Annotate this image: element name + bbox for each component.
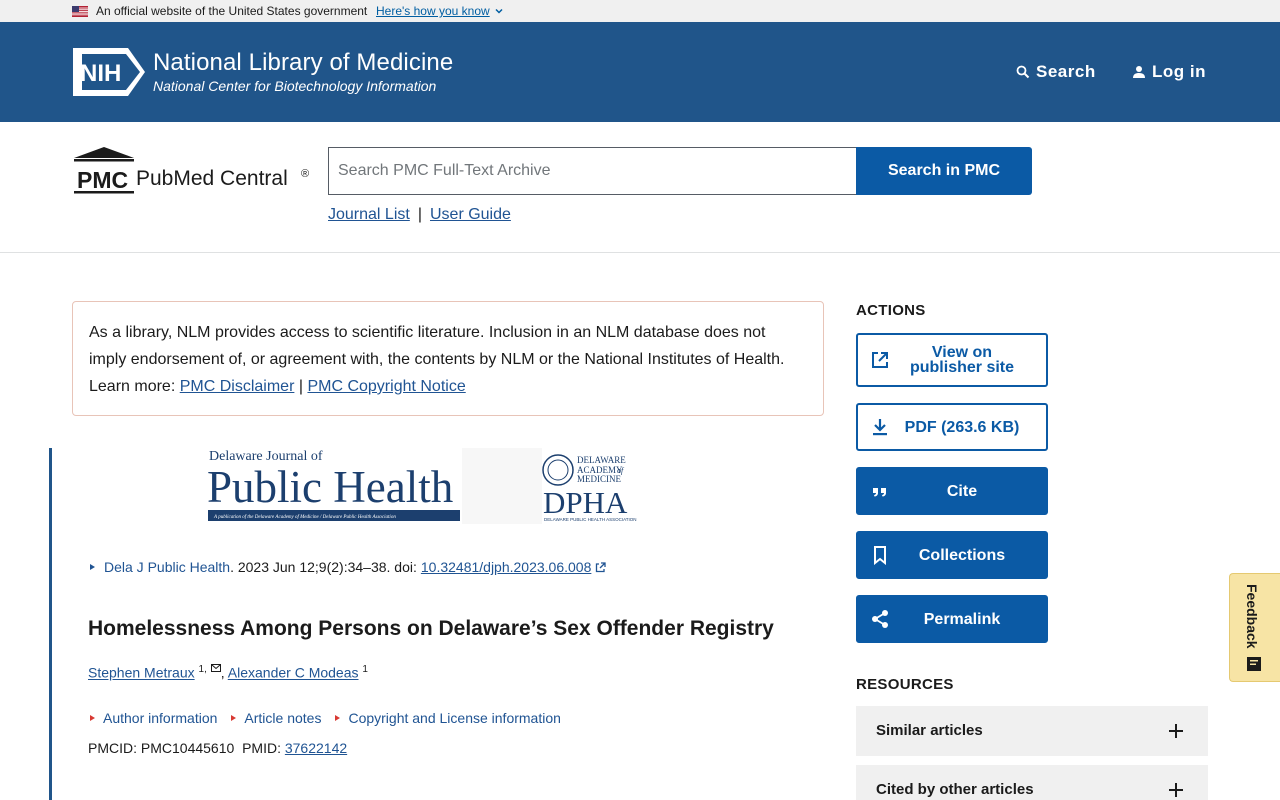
pmc-search-bar: PMC PubMed Central ® Search in PMC Journ…: [0, 122, 1280, 253]
similar-articles-label: Similar articles: [876, 722, 983, 739]
svg-text:®: ®: [301, 168, 309, 180]
resources-heading: RESOURCES: [856, 676, 954, 693]
author-affiliation-sup[interactable]: 1,: [199, 664, 207, 675]
citation-details: . 2023 Jun 12;9(2):34–38. doi:: [230, 559, 417, 575]
journal-name-link[interactable]: Dela J Public Health: [104, 559, 230, 575]
pmcid-label: PMCID:: [88, 740, 137, 756]
header-search-button[interactable]: Search: [1016, 62, 1096, 82]
svg-text:MEDICINE: MEDICINE: [577, 474, 621, 484]
triangle-right-icon: [90, 564, 95, 570]
search-icon: [1016, 65, 1030, 79]
author-information-label: Author information: [103, 710, 218, 726]
view-on-publisher-button[interactable]: View on publisher site: [856, 333, 1048, 387]
triangle-right-icon: [335, 715, 341, 721]
link-separator: |: [417, 206, 422, 223]
disclaimer-separator: |: [298, 378, 303, 395]
chevron-down-icon[interactable]: [494, 6, 504, 16]
pdf-download-button[interactable]: PDF (263.6 KB): [856, 403, 1048, 451]
search-in-pmc-button[interactable]: Search in PMC: [856, 147, 1032, 195]
svg-text:Public Health: Public Health: [207, 462, 453, 512]
article-title: Homelessness Among Persons on Delaware’s…: [88, 617, 774, 640]
svg-text:A publication of the Delaware: A publication of the Delaware Academy of…: [213, 515, 396, 520]
svg-text:PubMed Central: PubMed Central: [136, 167, 288, 190]
user-icon: [1133, 66, 1145, 78]
feedback-form-icon: [1247, 657, 1261, 671]
journal-list-link[interactable]: Journal List: [328, 206, 410, 223]
nih-logo[interactable]: NIH: [72, 48, 146, 96]
external-link-icon: [596, 561, 607, 572]
actions-heading: ACTIONS: [856, 302, 926, 319]
mail-icon[interactable]: [210, 664, 221, 672]
svg-text:DPHA: DPHA: [543, 485, 628, 520]
copyright-license-label: Copyright and License information: [348, 710, 561, 726]
pmc-search-input[interactable]: [328, 147, 857, 195]
header-login-button[interactable]: Log in: [1132, 62, 1206, 82]
citation-line: Dela J Public Health . 2023 Jun 12;9(2):…: [90, 559, 607, 575]
journal-banner-image: Delaware Journal of Public Health A publ…: [207, 448, 637, 524]
nlm-title[interactable]: National Library of Medicine: [153, 49, 453, 77]
permalink-button[interactable]: Permalink: [856, 595, 1048, 643]
learn-more-label: Learn more:: [89, 378, 176, 395]
article-notes-label: Article notes: [244, 710, 322, 726]
user-guide-link[interactable]: User Guide: [430, 206, 511, 223]
plus-icon: [1169, 783, 1183, 797]
us-flag-icon: [72, 6, 88, 17]
view-on-label: View on: [931, 344, 993, 361]
feedback-tab[interactable]: Feedback: [1229, 573, 1280, 682]
ncbi-subtitle: National Center for Biotechnology Inform…: [153, 78, 437, 94]
pmc-nav-links: Journal List | User Guide: [328, 206, 511, 224]
feedback-label: Feedback: [1244, 584, 1260, 649]
article-info-links: Author information Article notes Copyrig…: [90, 710, 561, 726]
download-icon: [873, 419, 887, 436]
collections-button[interactable]: Collections: [856, 531, 1048, 579]
triangle-right-icon: [231, 715, 237, 721]
nih-header: NIH National Library of Medicine Nationa…: [0, 22, 1280, 122]
cite-button[interactable]: Cite: [856, 467, 1048, 515]
author-information-toggle[interactable]: Author information: [90, 710, 217, 726]
header-login-label: Log in: [1152, 62, 1206, 81]
article-notes-toggle[interactable]: Article notes: [231, 710, 321, 726]
pmc-copyright-notice-link[interactable]: PMC Copyright Notice: [307, 378, 465, 395]
bookmark-icon: [874, 546, 886, 565]
similar-articles-accordion[interactable]: Similar articles: [856, 706, 1208, 756]
article-identifiers: PMCID: PMC10445610 PMID: 37622142: [88, 740, 347, 756]
plus-icon: [1169, 724, 1183, 738]
nlm-disclaimer-box: As a library, NLM provides access to sci…: [72, 301, 824, 416]
author-separator: ,: [220, 664, 228, 681]
svg-text:NIH: NIH: [80, 60, 121, 87]
pmid-label: PMID:: [242, 740, 281, 756]
author-link[interactable]: Stephen Metraux: [88, 665, 195, 681]
share-icon: [872, 610, 888, 628]
copyright-license-toggle[interactable]: Copyright and License information: [335, 710, 561, 726]
header-search-label: Search: [1036, 62, 1096, 81]
cited-by-accordion[interactable]: Cited by other articles: [856, 765, 1208, 800]
pmc-logo[interactable]: PMC PubMed Central ®: [72, 146, 312, 196]
cited-by-label: Cited by other articles: [876, 781, 1034, 798]
author-affiliation-sup[interactable]: 1: [362, 664, 368, 675]
quote-icon: [873, 488, 886, 497]
svg-text:DELAWARE PUBLIC HEALTH ASSOCIA: DELAWARE PUBLIC HEALTH ASSOCIATION: [544, 517, 637, 522]
publisher-site-label: publisher site: [909, 359, 1015, 376]
external-link-icon: [872, 352, 888, 368]
usa-banner: An official website of the United States…: [0, 0, 1280, 22]
official-website-text: An official website of the United States…: [96, 4, 368, 18]
triangle-right-icon: [90, 715, 95, 721]
pmcid-value: PMC10445610: [140, 740, 235, 756]
pmc-disclaimer-link[interactable]: PMC Disclaimer: [180, 378, 295, 395]
article-left-rule: [49, 448, 52, 800]
heres-how-you-know-link[interactable]: Here's how you know: [376, 4, 490, 18]
author-list: Stephen Metraux 1, , Alexander C Modeas …: [88, 664, 368, 681]
doi-link[interactable]: 10.32481/djph.2023.06.008: [421, 559, 592, 575]
author-link[interactable]: Alexander C Modeas: [228, 665, 359, 681]
disclaimer-text: As a library, NLM provides access to sci…: [89, 324, 785, 368]
pmid-link[interactable]: 37622142: [285, 740, 347, 756]
svg-text:DELAWARE: DELAWARE: [577, 455, 626, 465]
svg-text:PMC: PMC: [77, 167, 128, 193]
